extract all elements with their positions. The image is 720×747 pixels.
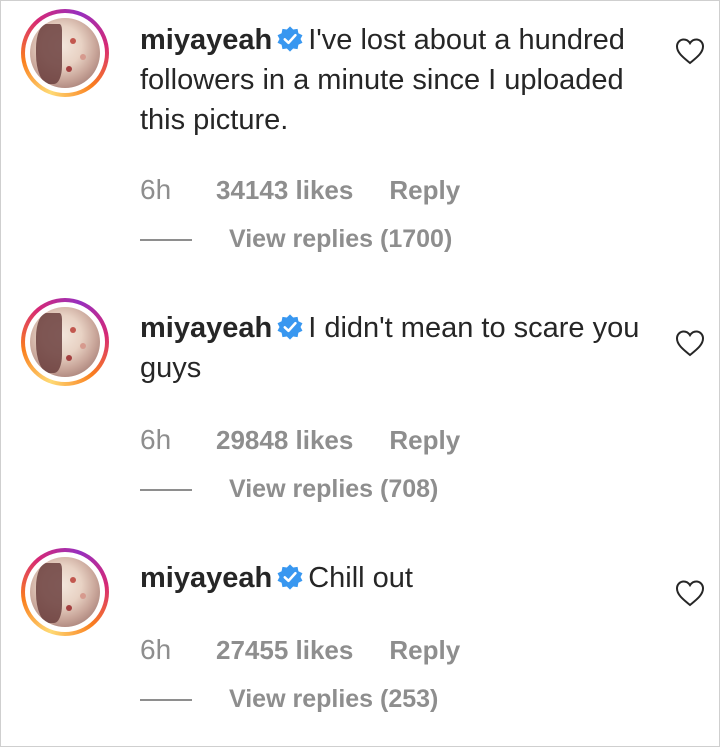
comment-body: miyayeah I didn't mean to scare you guys [140, 308, 650, 388]
avatar[interactable] [21, 9, 109, 97]
avatar-photo [30, 557, 100, 627]
avatar-photo [30, 18, 100, 88]
verified-badge-icon [277, 564, 303, 590]
comment-likes-count[interactable]: 27455 likes [216, 635, 353, 666]
replies-divider [140, 488, 192, 491]
verified-badge-icon [277, 26, 303, 52]
view-replies-row[interactable]: View replies (708) [140, 475, 438, 504]
view-replies-button[interactable]: View replies (253) [229, 685, 438, 714]
comment-likes-count[interactable]: 29848 likes [216, 425, 353, 456]
avatar[interactable] [21, 548, 109, 636]
comment-timestamp: 6h [140, 424, 172, 455]
view-replies-button[interactable]: View replies (708) [229, 475, 438, 504]
comment-likes-count[interactable]: 34143 likes [216, 175, 353, 206]
heart-outline-icon[interactable] [675, 579, 705, 607]
comment-meta: 6h 27455 likes Reply [140, 634, 460, 666]
view-replies-button[interactable]: View replies (1700) [229, 225, 452, 254]
avatar[interactable] [21, 298, 109, 386]
verified-badge-icon [277, 314, 303, 340]
comment-username[interactable]: miyayeah [140, 24, 272, 56]
reply-button[interactable]: Reply [389, 425, 460, 456]
comment-timestamp: 6h [140, 174, 172, 205]
heart-outline-icon[interactable] [675, 37, 705, 65]
comment-body: miyayeah I've lost about a hundred follow… [140, 20, 650, 140]
view-replies-row[interactable]: View replies (253) [140, 685, 438, 714]
comment-timestamp: 6h [140, 634, 172, 665]
reply-button[interactable]: Reply [389, 635, 460, 666]
comment-meta: 6h 29848 likes Reply [140, 424, 460, 456]
comment-username[interactable]: miyayeah [140, 312, 272, 344]
comment-meta: 6h 34143 likes Reply [140, 174, 460, 206]
comment-username[interactable]: miyayeah [140, 562, 272, 594]
replies-divider [140, 698, 192, 701]
replies-divider [140, 238, 192, 241]
heart-outline-icon[interactable] [675, 329, 705, 357]
view-replies-row[interactable]: View replies (1700) [140, 225, 452, 254]
comment-text: Chill out [308, 562, 413, 594]
avatar-photo [30, 307, 100, 377]
comments-panel: miyayeah I've lost about a hundred follow… [0, 0, 720, 747]
reply-button[interactable]: Reply [389, 175, 460, 206]
comment-body: miyayeah Chill out [140, 558, 650, 598]
